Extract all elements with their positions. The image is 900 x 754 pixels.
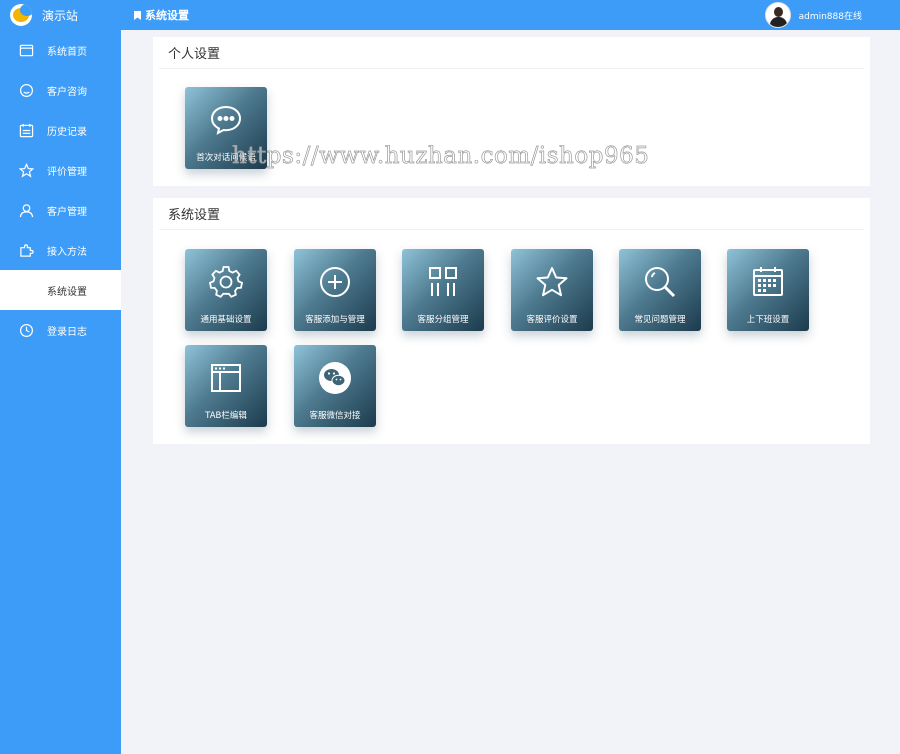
- calendar-list-icon: [18, 122, 34, 138]
- tile-tab-editor[interactable]: TAB栏编辑: [185, 345, 267, 427]
- panel-title: 个人设置: [159, 37, 864, 69]
- tile-faq[interactable]: 常见问题管理: [619, 249, 701, 331]
- tile-agent-rating[interactable]: 客服评价设置: [511, 249, 593, 331]
- tile-label: 常见问题管理: [634, 315, 686, 325]
- sidebar-item-consult[interactable]: 客户咨询: [0, 70, 121, 110]
- system-settings-panel: 系统设置 通用基础设置 客服添加与管理 客服分组管理 客服评价设置 常见问题管理: [153, 198, 870, 444]
- browser-tab-icon: [185, 361, 267, 395]
- clock-icon: [18, 322, 34, 338]
- star-icon: [18, 162, 34, 178]
- user-icon: [18, 202, 34, 218]
- sidebar-item-login-log[interactable]: 登录日志: [0, 310, 121, 350]
- tile-label: 客服评价设置: [526, 315, 578, 325]
- tile-label: 通用基础设置: [200, 315, 252, 325]
- tile-label: 客服微信对接: [309, 411, 361, 421]
- tile-label: TAB栏编辑: [205, 411, 247, 421]
- sidebar-item-label: 评价管理: [47, 166, 87, 178]
- sidebar: 演示站 系统首页 客户咨询 历史记录 评价管理 客户管理 接入方法 系统设置 登…: [0, 0, 121, 754]
- sidebar-item-label: 系统首页: [47, 46, 87, 58]
- top-header: 系统设置 admin888在线: [121, 0, 900, 30]
- tile-label: 首次对话问候语: [196, 153, 256, 163]
- puzzle-icon: [18, 242, 34, 258]
- logo[interactable]: 演示站: [0, 0, 121, 30]
- calendar-icon: [727, 265, 809, 299]
- sidebar-item-label: 历史记录: [47, 126, 87, 138]
- sidebar-item-reviews[interactable]: 评价管理: [0, 150, 121, 190]
- tile-general-settings[interactable]: 通用基础设置: [185, 249, 267, 331]
- search-icon: [619, 265, 701, 299]
- sidebar-item-label: 接入方法: [47, 246, 87, 258]
- sidebar-item-history[interactable]: 历史记录: [0, 110, 121, 150]
- bookmark-icon: [134, 10, 141, 20]
- smile-icon: [18, 82, 34, 98]
- sidebar-item-home[interactable]: 系统首页: [0, 30, 121, 70]
- sidebar-item-access[interactable]: 接入方法: [0, 230, 121, 270]
- star-icon: [511, 265, 593, 299]
- page-title-text: 系统设置: [145, 9, 189, 22]
- wechat-icon: [294, 361, 376, 395]
- panel-title: 系统设置: [159, 198, 864, 230]
- sidebar-item-customers[interactable]: 客户管理: [0, 190, 121, 230]
- sidebar-item-label: 客户管理: [47, 206, 87, 218]
- tile-label: 客服添加与管理: [305, 315, 365, 325]
- logo-icon: [10, 4, 32, 26]
- plus-circle-icon: [294, 265, 376, 299]
- sidebar-item-label: 系统设置: [47, 286, 87, 298]
- tile-label: 上下班设置: [746, 315, 790, 325]
- personal-settings-panel: 个人设置 首次对话问候语: [153, 37, 870, 186]
- window-icon: [18, 42, 34, 58]
- chat-bubble-icon: [185, 103, 267, 137]
- user-status: admin888在线: [798, 11, 862, 22]
- tile-greeting[interactable]: 首次对话问候语: [185, 87, 267, 169]
- tile-label: 客服分组管理: [417, 315, 469, 325]
- sidebar-item-label: 客户咨询: [47, 86, 87, 98]
- tile-agent-groups[interactable]: 客服分组管理: [402, 249, 484, 331]
- avatar[interactable]: [764, 2, 791, 28]
- tile-agent-management[interactable]: 客服添加与管理: [294, 249, 376, 331]
- sidebar-item-settings[interactable]: 系统设置: [0, 270, 121, 310]
- gear-icon: [185, 265, 267, 299]
- tile-wechat[interactable]: 客服微信对接: [294, 345, 376, 427]
- sidebar-item-label: 登录日志: [47, 326, 87, 338]
- page-title: 系统设置: [134, 7, 189, 23]
- tile-work-hours[interactable]: 上下班设置: [727, 249, 809, 331]
- app-name: 演示站: [42, 8, 79, 23]
- user-menu[interactable]: admin888在线: [764, 2, 862, 28]
- group-grid-icon: [402, 265, 484, 299]
